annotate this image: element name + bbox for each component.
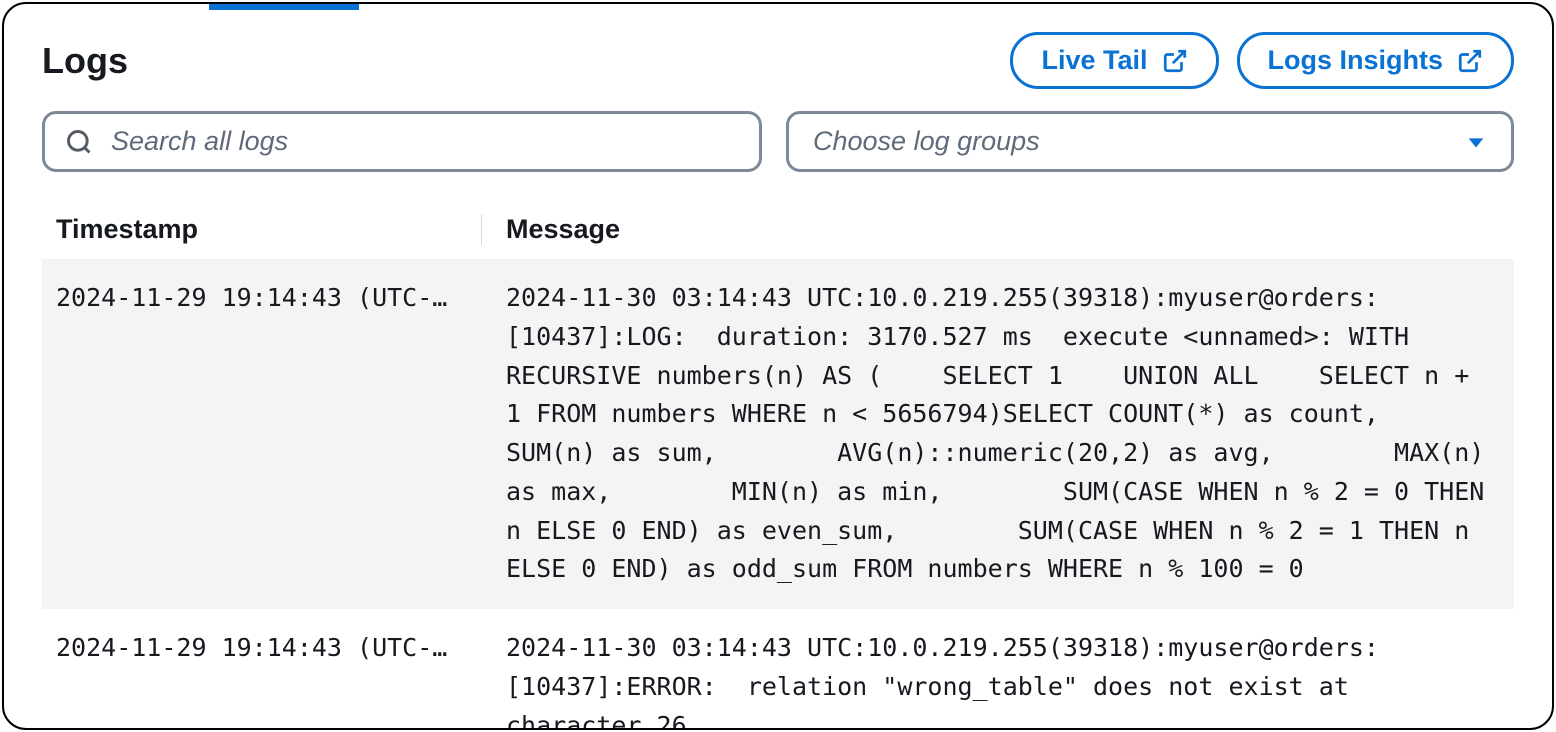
logs-panel: Logs Live Tail Logs Insights [2,2,1554,730]
search-icon [65,128,93,156]
column-header-timestamp[interactable]: Timestamp [42,214,482,245]
logs-insights-label: Logs Insights [1268,45,1444,76]
log-groups-placeholder: Choose log groups [813,126,1040,157]
table-row[interactable]: 2024-11-29 19:14:43 (UTC-… 2024-11-30 03… [42,609,1514,730]
log-groups-dropdown[interactable]: Choose log groups [786,111,1514,172]
cell-timestamp: 2024-11-29 19:14:43 (UTC-… [42,629,482,730]
table-row[interactable]: 2024-11-29 19:14:43 (UTC-… 2024-11-30 03… [42,259,1514,609]
header-actions: Live Tail Logs Insights [1010,32,1514,89]
live-tail-button[interactable]: Live Tail [1010,32,1218,89]
chevron-down-icon [1465,131,1487,153]
column-header-message[interactable]: Message [482,214,1514,245]
cell-message: 2024-11-30 03:14:43 UTC:10.0.219.255(393… [482,279,1514,589]
logs-table: Timestamp Message 2024-11-29 19:14:43 (U… [42,200,1514,730]
search-input[interactable] [111,126,739,157]
cell-message: 2024-11-30 03:14:43 UTC:10.0.219.255(393… [482,629,1514,730]
active-tab-indicator [209,4,359,10]
external-link-icon [1162,48,1188,74]
table-header: Timestamp Message [42,200,1514,259]
logs-insights-button[interactable]: Logs Insights [1237,32,1515,89]
panel-header: Logs Live Tail Logs Insights [42,32,1514,89]
filters-row: Choose log groups [42,111,1514,172]
cell-timestamp: 2024-11-29 19:14:43 (UTC-… [42,279,482,589]
search-box[interactable] [42,111,762,172]
external-link-icon [1457,48,1483,74]
page-title: Logs [42,40,128,82]
live-tail-label: Live Tail [1041,45,1147,76]
